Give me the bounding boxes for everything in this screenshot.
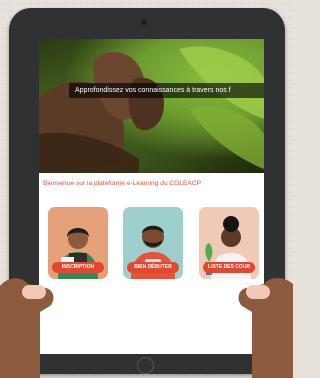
tablet-screen: Approfondissez vos connaissances à trave… <box>39 39 264 354</box>
camera-icon <box>141 19 147 25</box>
hero-banner: Approfondissez vos connaissances à trave… <box>39 39 264 173</box>
home-button[interactable] <box>137 357 154 374</box>
card-bien-debuter[interactable]: BIEN DÉBUTER <box>123 207 183 279</box>
hand-holding-leaf-image <box>39 46 264 173</box>
hero-caption: Approfondissez vos connaissances à trave… <box>69 83 264 98</box>
card-label-bien-debuter: BIEN DÉBUTER <box>127 262 179 273</box>
welcome-heading: Bienvenue sur la plateforme e-Learning d… <box>43 180 201 187</box>
right-hand <box>238 278 293 378</box>
left-hand <box>0 278 54 378</box>
